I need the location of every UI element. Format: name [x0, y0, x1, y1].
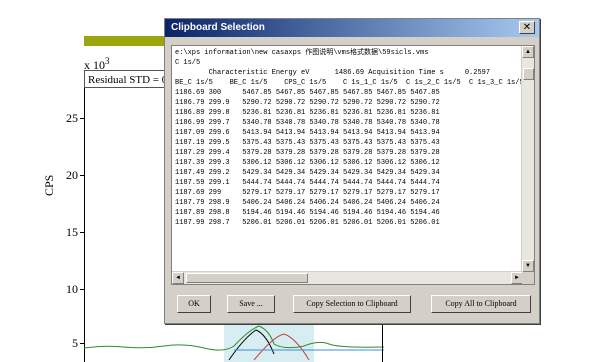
spectrum-curves — [84, 322, 384, 362]
plot-right-border — [382, 324, 383, 362]
dialog-title: Clipboard Selection — [171, 22, 265, 33]
scrollbar-corner — [522, 272, 534, 284]
y-tick-label: 5 — [72, 336, 78, 350]
copy-selection-button[interactable]: Copy Selection to Clipboard — [293, 295, 411, 313]
horizontal-scroll-thumb[interactable] — [186, 273, 308, 283]
scroll-up-button[interactable]: ▲ — [522, 46, 534, 58]
y-axis-label: CPS — [42, 174, 56, 196]
y-tick-label: 20 — [66, 168, 78, 182]
scroll-left-button[interactable]: ◄ — [172, 272, 184, 284]
horizontal-scrollbar[interactable]: ◄ ► — [172, 271, 523, 284]
y-tick-label: 25 — [66, 111, 78, 125]
save-button[interactable]: Save ... — [227, 295, 275, 313]
y-tick — [80, 289, 85, 290]
scroll-down-button[interactable]: ▼ — [522, 260, 534, 272]
clipboard-text-content[interactable]: e:\xps information\new casaxps 作图说明\vms格… — [175, 48, 523, 270]
y-tick-label: 10 — [66, 282, 78, 296]
residual-std-label: Residual STD = 0.8161 — [84, 70, 170, 88]
y-tick — [80, 175, 85, 176]
y-tick — [80, 118, 85, 119]
dialog-titlebar[interactable]: Clipboard Selection ✕ — [165, 19, 539, 37]
vertical-scroll-thumb[interactable] — [523, 68, 534, 80]
vertical-scrollbar[interactable]: ▲ ▼ — [521, 46, 534, 272]
copy-all-button[interactable]: Copy All to Clipboard — [431, 295, 531, 313]
clipboard-text-area[interactable]: e:\xps information\new casaxps 作图说明\vms格… — [171, 45, 535, 285]
multiplier-exponent: 3 — [105, 56, 110, 66]
y-tick-label: 15 — [66, 225, 78, 239]
ok-button[interactable]: OK — [177, 295, 211, 313]
y-tick — [80, 232, 85, 233]
close-button[interactable]: ✕ — [519, 21, 535, 34]
clipboard-selection-dialog: Clipboard Selection ✕ e:\xps information… — [164, 18, 540, 324]
